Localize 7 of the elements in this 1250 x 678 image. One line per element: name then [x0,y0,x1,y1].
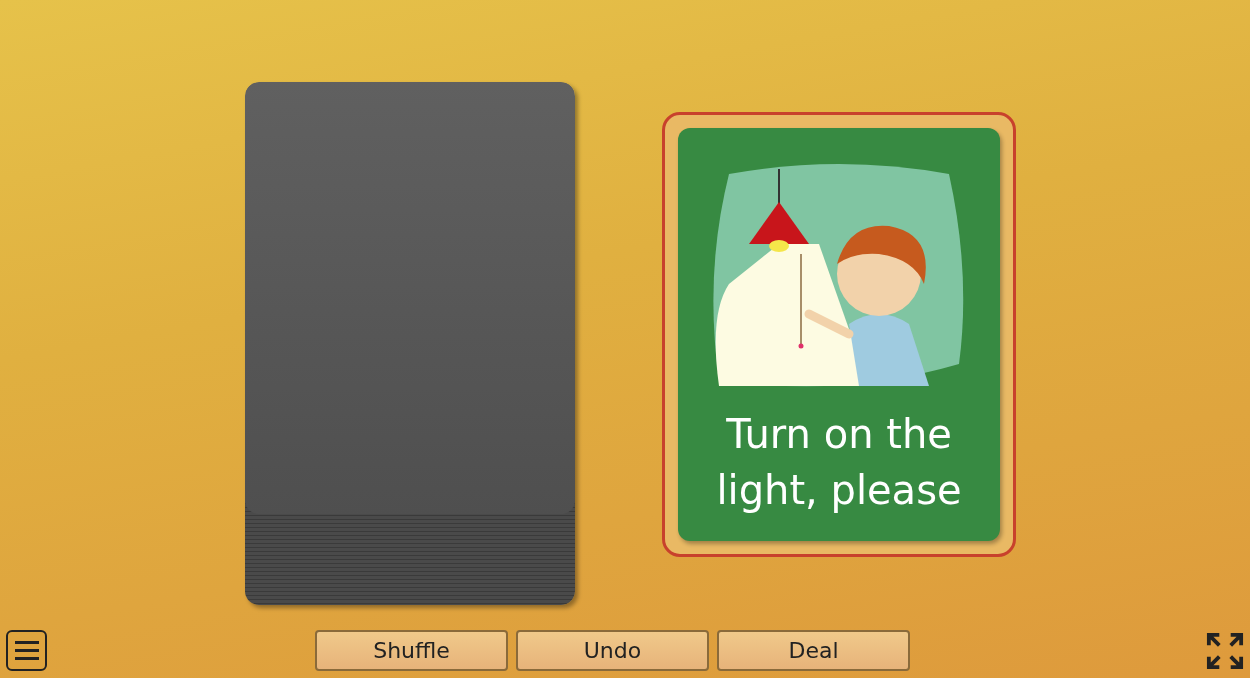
action-button[interactable]: Shuffle [315,630,508,671]
menu-icon[interactable] [6,630,47,671]
fullscreen-icon[interactable] [1206,632,1244,670]
flash-card[interactable]: Turn on the light, please [678,128,1000,541]
action-button[interactable]: Deal [717,630,910,671]
action-button[interactable]: Undo [516,630,709,671]
card-caption: Turn on the light, please [715,410,963,515]
